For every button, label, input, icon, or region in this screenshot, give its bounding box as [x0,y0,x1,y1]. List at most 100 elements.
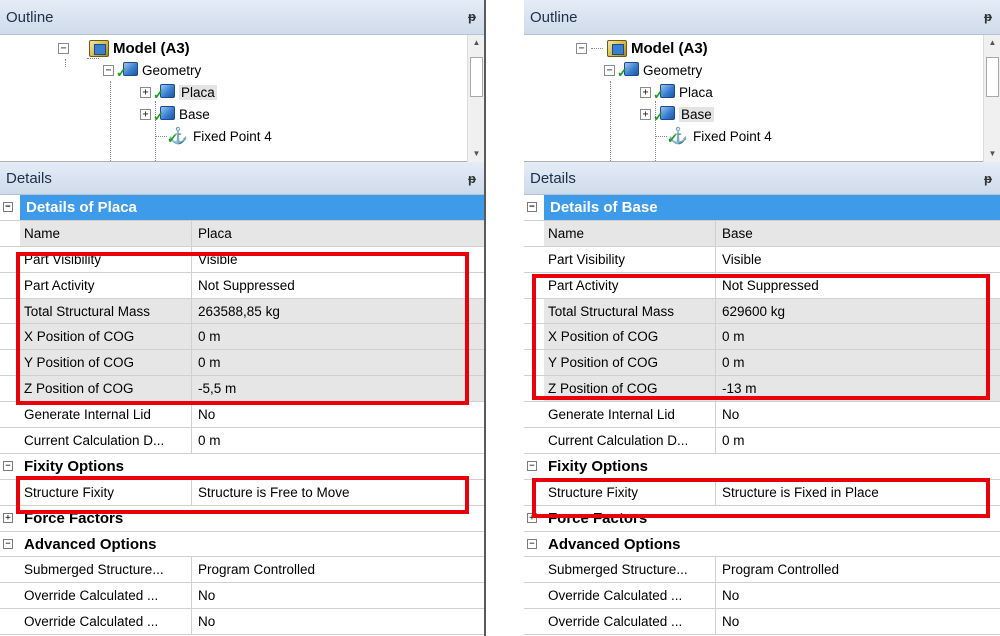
table-row[interactable]: Name Base [524,220,1000,247]
expand-icon[interactable]: + [140,108,151,120]
scroll-thumb[interactable] [986,57,999,97]
property-value[interactable]: 0 m [716,428,1000,453]
details-header-row[interactable]: − Details of Placa [0,195,484,221]
outline-tree: − Model (A3) − ✓ Geometry + ✓ Placa + ✓ … [524,35,1000,183]
tree-item-model[interactable]: − Model (A3) [576,37,708,59]
table-row[interactable]: Generate Internal Lid No [0,402,484,429]
highlight-box-fixity [16,476,469,514]
collapse-icon[interactable]: − [604,64,615,76]
tree-item-base[interactable]: + ✓ Base [640,103,714,125]
group-label: Advanced Options [24,535,157,553]
outline-title: Outline [530,8,578,26]
group-fixity-options[interactable]: − Fixity Options [524,453,1000,480]
details-header-row[interactable]: − Details of Base [524,195,1000,221]
collapse-icon[interactable]: − [3,538,13,549]
details-title-bar: Details ᵽ [524,162,1000,195]
property-name: Override Calculated ... [544,583,716,609]
collapse-icon[interactable]: − [3,202,13,212]
expand-icon[interactable]: + [3,512,13,523]
tree-label-fixed-point: Fixed Point 4 [693,128,772,144]
table-row[interactable]: Override Calculated ... No [0,609,484,636]
details-title: Details [6,169,52,187]
tree-label-model: Model (A3) [631,39,708,57]
table-row[interactable]: Current Calculation D... 0 m [0,428,484,454]
group-label: Advanced Options [548,535,681,553]
tree-item-placa[interactable]: + ✓ Placa [140,81,217,103]
tree-label-geometry: Geometry [643,62,703,78]
property-name: Part Visibility [544,246,716,272]
property-value[interactable]: Program Controlled [192,557,484,582]
property-value[interactable]: No [716,402,1000,427]
scroll-thumb[interactable] [470,57,483,97]
collapse-icon[interactable]: − [527,460,537,471]
property-value[interactable]: No [192,402,484,427]
property-name: Override Calculated ... [20,609,192,635]
scroll-up-icon[interactable]: ▲ [984,35,1000,51]
tree-item-geometry[interactable]: − ✓ Geometry [604,59,702,81]
collapse-icon[interactable]: − [58,42,69,54]
table-row[interactable]: Submerged Structure... Program Controlled [524,557,1000,584]
table-row[interactable]: Part Visibility Visible [524,246,1000,273]
tree-item-fixed-point[interactable]: ⚓ ✓ Fixed Point 4 [155,125,272,147]
highlight-box-cog [16,252,469,405]
collapse-icon[interactable]: − [3,460,13,471]
tree-item-model[interactable]: − Model (A3) [58,37,190,59]
tree-item-fixed-point[interactable]: ⚓ ✓ Fixed Point 4 [655,125,772,147]
property-value[interactable]: Program Controlled [716,557,1000,582]
table-row[interactable]: Override Calculated ... No [0,583,484,610]
part-icon: ✓ [653,105,675,124]
geometry-icon: ✓ [116,61,138,80]
outline-tree: − Model (A3) − ✓ Geometry + ✓ Placa + ✓ … [0,35,484,183]
details-grid: − Details of Base Name Base Part Visibili… [524,195,1000,636]
collapse-icon[interactable]: − [576,42,587,54]
outline-title-bar: Outline ᵽ [0,0,484,35]
property-name: Override Calculated ... [20,583,192,609]
table-row[interactable]: Submerged Structure... Program Controlled [0,557,484,584]
tree-item-geometry[interactable]: − ✓ Geometry [103,59,201,81]
scroll-down-icon[interactable]: ▼ [468,146,484,162]
table-row[interactable]: Generate Internal Lid No [524,402,1000,429]
property-value[interactable]: No [192,609,484,634]
outline-scrollbar[interactable]: ▲ ▼ [467,35,484,162]
property-value[interactable]: No [716,609,1000,634]
group-label: Fixity Options [548,457,649,475]
property-value[interactable]: No [716,583,1000,608]
anchor-icon: ⚓ ✓ [667,128,688,146]
pin-icon[interactable]: ᵽ [468,9,476,24]
table-row[interactable]: Name Placa [0,220,484,247]
table-row[interactable]: Current Calculation D... 0 m [524,428,1000,454]
group-advanced-options[interactable]: − Advanced Options [524,531,1000,558]
outline-scrollbar[interactable]: ▲ ▼ [983,35,1000,162]
tree-label-fixed-point: Fixed Point 4 [193,128,272,144]
collapse-icon[interactable]: − [527,538,537,549]
property-value[interactable]: Placa [192,220,484,246]
tree-item-base[interactable]: + ✓ Base [140,103,210,125]
tree-label-base: Base [179,106,210,122]
scroll-up-icon[interactable]: ▲ [468,35,484,51]
pin-icon[interactable]: ᵽ [984,9,992,24]
property-value[interactable]: Visible [716,247,1000,272]
property-value[interactable]: Base [716,220,1000,246]
pin-icon[interactable]: ᵽ [468,171,476,186]
property-value[interactable]: 0 m [192,428,484,453]
tree-label-base: Base [679,106,714,122]
pin-icon[interactable]: ᵽ [984,171,992,186]
collapse-icon[interactable]: − [527,202,537,212]
expand-icon[interactable]: + [140,86,151,98]
geometry-icon: ✓ [617,61,639,80]
property-name: Override Calculated ... [544,609,716,635]
outline-title-bar: Outline ᵽ [524,0,1000,35]
scroll-down-icon[interactable]: ▼ [984,146,1000,162]
tree-item-placa[interactable]: + ✓ Placa [640,81,713,103]
collapse-icon[interactable]: − [103,64,114,76]
group-advanced-options[interactable]: − Advanced Options [0,531,484,558]
property-name: Generate Internal Lid [544,402,716,428]
property-name: Submerged Structure... [20,557,192,583]
property-name: Current Calculation D... [544,428,716,453]
expand-icon[interactable]: + [640,108,651,120]
property-value[interactable]: No [192,583,484,608]
model-icon [89,39,109,57]
table-row[interactable]: Override Calculated ... No [524,609,1000,636]
table-row[interactable]: Override Calculated ... No [524,583,1000,610]
expand-icon[interactable]: + [640,86,651,98]
